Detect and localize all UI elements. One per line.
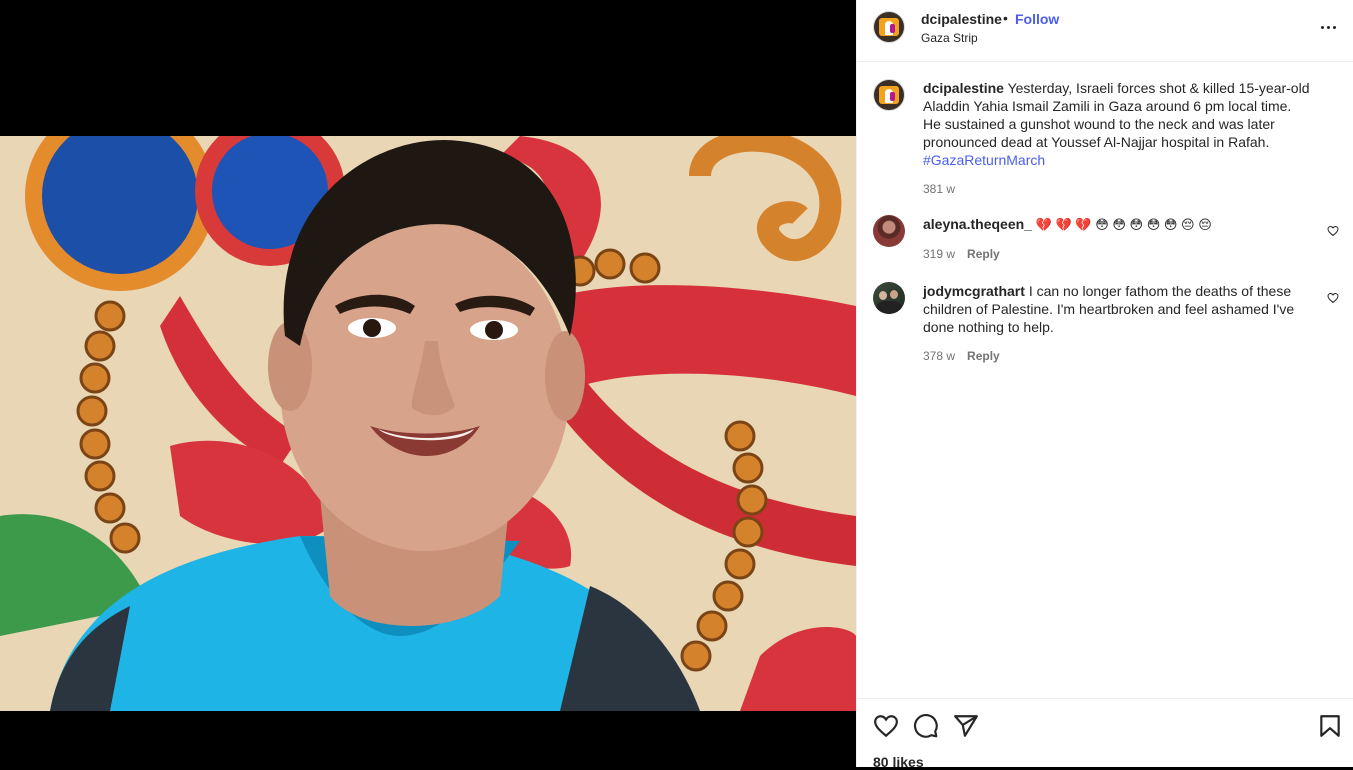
action-bar: 80 likes xyxy=(857,698,1353,770)
comment-username[interactable]: aleyna.theqeen_ xyxy=(923,216,1032,232)
comments-list[interactable]: dcipalestine Yesterday, Israeli forces s… xyxy=(857,63,1353,697)
bookmark-icon[interactable] xyxy=(1317,713,1343,739)
caption-body: dcipalestine Yesterday, Israeli forces s… xyxy=(923,79,1313,198)
author-avatar[interactable] xyxy=(873,11,905,43)
reply-button[interactable]: Reply xyxy=(967,347,1000,365)
commenter-avatar[interactable] xyxy=(873,282,905,314)
reply-button[interactable]: Reply xyxy=(967,245,1000,263)
comment-age[interactable]: 378 w xyxy=(923,347,955,365)
comment-body: jodymcgrathart I can no longer fathom th… xyxy=(923,282,1313,365)
commenter-avatar[interactable] xyxy=(873,215,905,247)
author-username[interactable]: dcipalestine xyxy=(921,11,1002,27)
logo-figure-accent xyxy=(890,92,895,101)
like-comment-icon[interactable] xyxy=(1327,225,1339,237)
location-link[interactable]: Gaza Strip xyxy=(921,31,978,45)
post-media xyxy=(0,0,856,767)
comment-icon[interactable] xyxy=(913,713,939,739)
caption-meta: 381 w xyxy=(923,180,1313,198)
caption-username[interactable]: dcipalestine xyxy=(923,80,1004,96)
caption-hashtag[interactable]: #GazaReturnMarch xyxy=(923,152,1045,168)
post-dialog: dcipalestine • Follow Gaza Strip dcipale… xyxy=(0,0,1353,770)
comment-age[interactable]: 319 w xyxy=(923,245,955,263)
post-photo[interactable] xyxy=(0,136,856,711)
like-count[interactable]: 80 likes xyxy=(873,754,924,770)
post-header: dcipalestine • Follow Gaza Strip xyxy=(857,0,1353,62)
send-icon[interactable] xyxy=(953,713,979,739)
like-comment-icon[interactable] xyxy=(1327,292,1339,304)
caption-age[interactable]: 381 w xyxy=(923,180,955,198)
comment-meta: 378 w Reply xyxy=(923,347,1313,365)
comment-body: aleyna.theqeen_ 💔 💔 💔 😳 😳 😳 😳 😳 😔 😔 319 … xyxy=(923,215,1313,263)
comment-username[interactable]: jodymcgrathart xyxy=(923,283,1025,299)
avatar-face xyxy=(890,290,898,299)
more-options-icon[interactable] xyxy=(1316,17,1340,37)
avatar-shape xyxy=(876,301,902,314)
heart-icon[interactable] xyxy=(873,713,899,739)
caption-avatar[interactable] xyxy=(873,79,905,111)
follow-button[interactable]: Follow xyxy=(1015,11,1059,27)
comment-text: 💔 💔 💔 😳 😳 😳 😳 😳 😔 😔 xyxy=(1035,217,1212,232)
separator-dot: • xyxy=(1003,10,1008,26)
logo-figure-accent xyxy=(890,24,895,33)
avatar-face xyxy=(879,291,887,300)
post-sidebar: dcipalestine • Follow Gaza Strip dcipale… xyxy=(856,0,1353,770)
comment-meta: 319 w Reply xyxy=(923,245,1313,263)
